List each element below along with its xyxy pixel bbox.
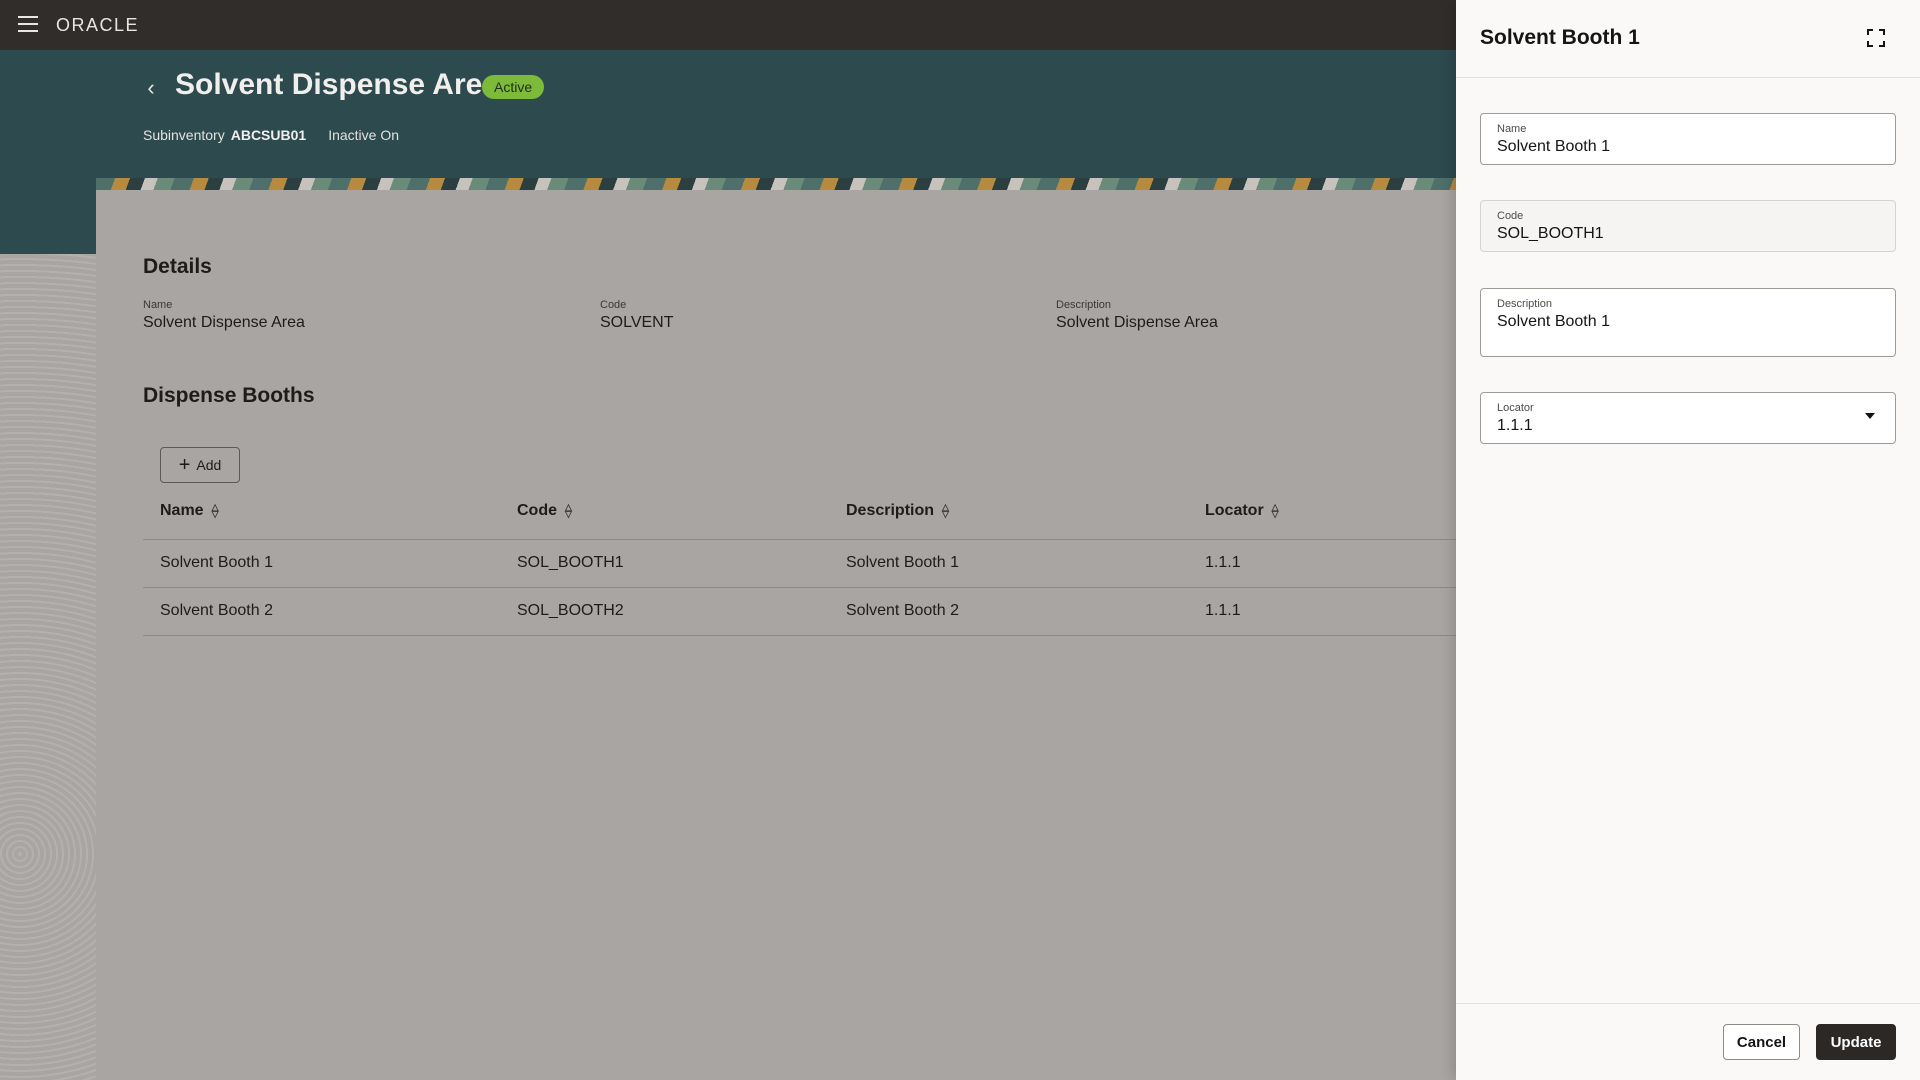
dispense-booths-title: Dispense Booths [143, 384, 315, 407]
code-field: Code SOL_BOOTH1 [1480, 200, 1896, 252]
add-button-label: Add [196, 457, 222, 473]
inactive-on-label: Inactive On [328, 127, 400, 143]
column-header-label: Description [846, 502, 935, 519]
table-row-divider [143, 635, 1456, 636]
status-badge: Active [482, 75, 545, 99]
cell-code: SOL_BOOTH1 [517, 554, 624, 571]
table-row-divider [143, 587, 1456, 588]
locator-select-value: 1.1.1 [1497, 417, 1533, 434]
column-header-label: Code [517, 502, 557, 519]
name-field[interactable]: Name Solvent Booth 1 [1480, 113, 1896, 165]
column-header-label: Locator [1205, 502, 1264, 519]
description-field-value: Solvent Booth 1 [1497, 313, 1610, 330]
edit-drawer: Solvent Booth 1 Name Solvent Booth 1 Cod… [1456, 0, 1920, 1080]
column-header-name[interactable]: Name △ ▽ [160, 502, 219, 520]
drawer-footer-divider [1456, 1003, 1920, 1004]
page-title: Solvent Dispense Area [175, 68, 500, 101]
sort-icon[interactable]: △ ▽ [212, 503, 219, 519]
cell-locator: 1.1.1 [1205, 554, 1241, 571]
details-title: Details [143, 255, 212, 278]
drawer-title: Solvent Booth 1 [1480, 26, 1640, 49]
cell-description: Solvent Booth 1 [846, 554, 959, 571]
locator-select-label: Locator [1497, 402, 1534, 414]
caret-down-icon[interactable] [1865, 413, 1875, 419]
column-header-description[interactable]: Description △ ▽ [846, 502, 949, 520]
header-meta: Subinventory ABCSUB01 Inactive On [143, 127, 399, 143]
cancel-button[interactable]: Cancel [1723, 1024, 1800, 1060]
plus-icon: + [178, 454, 191, 476]
code-field-label: Code [1497, 210, 1524, 222]
detail-code-label: Code [600, 299, 627, 311]
description-field[interactable]: Description Solvent Booth 1 [1480, 288, 1896, 357]
hamburger-icon[interactable] [18, 16, 38, 32]
description-field-label: Description [1497, 298, 1553, 310]
cell-name: Solvent Booth 1 [160, 554, 273, 571]
detail-description-value: Solvent Dispense Area [1056, 314, 1218, 331]
sort-icon[interactable]: △ ▽ [942, 503, 949, 519]
locator-select[interactable]: Locator 1.1.1 [1480, 392, 1896, 444]
subinventory-label: Subinventory [143, 127, 225, 143]
cell-locator: 1.1.1 [1205, 602, 1241, 619]
detail-description-label: Description [1056, 299, 1112, 311]
oracle-logo: ORACLE [56, 15, 140, 35]
code-field-value: SOL_BOOTH1 [1497, 225, 1604, 242]
name-field-label: Name [1497, 123, 1527, 135]
cell-description: Solvent Booth 2 [846, 602, 959, 619]
cell-code: SOL_BOOTH2 [517, 602, 624, 619]
decorative-banner [96, 178, 1456, 190]
subinventory-value: ABCSUB01 [230, 127, 307, 143]
detail-name-label: Name [143, 299, 173, 311]
add-button[interactable]: + Add [160, 447, 240, 483]
expand-icon[interactable] [1866, 28, 1886, 48]
detail-code-value: SOLVENT [600, 314, 674, 331]
table-header-divider [143, 539, 1456, 540]
column-header-label: Name [160, 502, 204, 519]
drawer-header-divider [1456, 77, 1920, 78]
sort-icon[interactable]: △ ▽ [565, 503, 572, 519]
sort-icon[interactable]: △ ▽ [1272, 503, 1279, 519]
update-button[interactable]: Update [1816, 1024, 1896, 1060]
column-header-locator[interactable]: Locator △ ▽ [1205, 502, 1279, 520]
detail-name-value: Solvent Dispense Area [143, 314, 305, 331]
background-pattern [0, 254, 96, 1080]
name-field-value: Solvent Booth 1 [1497, 138, 1610, 155]
column-header-code[interactable]: Code △ ▽ [517, 502, 572, 520]
cell-name: Solvent Booth 2 [160, 602, 273, 619]
chevron-left-icon[interactable]: ‹ [139, 76, 163, 100]
